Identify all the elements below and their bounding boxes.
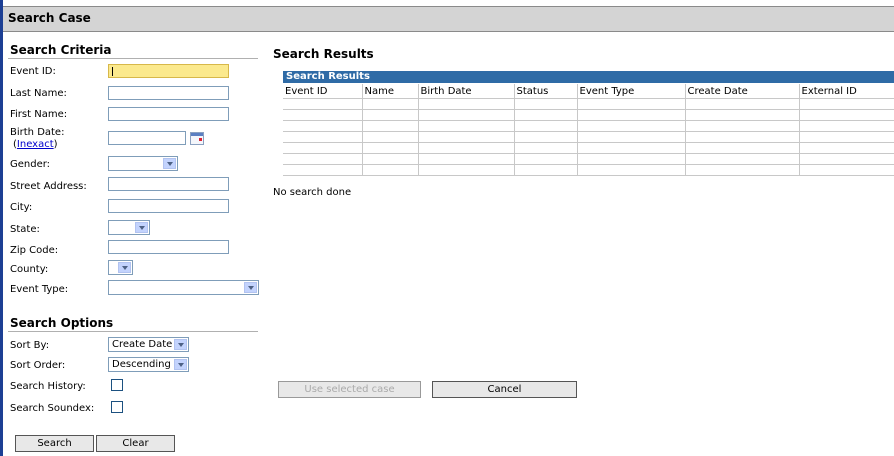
table-row (283, 120, 894, 132)
first-name-label: First Name: (10, 109, 68, 120)
event-id-input[interactable] (108, 64, 229, 78)
search-options-title: Search Options (10, 316, 114, 330)
event-id-label: Event ID: (10, 66, 56, 77)
chevron-down-icon[interactable] (163, 158, 176, 169)
results-status-text: No search done (273, 187, 352, 198)
text-caret (112, 67, 113, 76)
table-row (283, 98, 894, 110)
county-select[interactable] (108, 260, 133, 275)
calendar-icon[interactable] (190, 132, 204, 145)
table-row (283, 164, 894, 176)
search-history-checkbox[interactable] (111, 379, 123, 391)
column-header[interactable]: Create Date (685, 84, 800, 99)
results-table: Event ID Name Birth Date Status Event Ty… (283, 84, 894, 176)
paren-close: ) (53, 139, 58, 150)
sort-by-value: Create Date (112, 339, 173, 350)
table-row (283, 142, 894, 154)
table-row (283, 109, 894, 121)
search-history-label: Search History: (10, 381, 86, 392)
column-header[interactable]: Event ID (283, 84, 363, 99)
sort-by-select[interactable]: Create Date (108, 337, 189, 352)
gender-label: Gender: (10, 159, 51, 170)
street-address-input[interactable] (108, 177, 229, 191)
inexact-link[interactable]: Inexact (17, 139, 54, 150)
column-header[interactable]: Event Type (577, 84, 686, 99)
birth-date-input[interactable] (108, 131, 186, 145)
zip-code-input[interactable] (108, 240, 229, 254)
cancel-button[interactable]: Cancel (432, 381, 577, 398)
sort-by-label: Sort By: (10, 340, 50, 351)
last-name-input[interactable] (108, 86, 229, 100)
search-criteria-title: Search Criteria (10, 43, 112, 57)
table-row (283, 131, 894, 143)
window-border (0, 0, 3, 456)
search-case-window: Search Case Search Criteria Event ID: La… (0, 0, 894, 456)
sort-order-value: Descending (112, 359, 171, 370)
chevron-down-icon[interactable] (135, 222, 148, 233)
city-input[interactable] (108, 199, 229, 213)
last-name-label: Last Name: (10, 88, 67, 99)
table-header-row: Event ID Name Birth Date Status Event Ty… (283, 84, 894, 99)
event-type-label: Event Type: (10, 284, 69, 295)
search-soundex-label: Search Soundex: (10, 403, 95, 414)
results-grid-header: Search Results (283, 71, 894, 83)
gender-select[interactable] (108, 156, 178, 171)
sort-order-label: Sort Order: (10, 360, 66, 371)
state-select[interactable] (108, 220, 150, 235)
column-header[interactable]: Birth Date (418, 84, 515, 99)
column-header[interactable]: Name (362, 84, 419, 99)
search-results-title: Search Results (273, 47, 374, 61)
divider (8, 331, 258, 332)
sort-order-select[interactable]: Descending (108, 357, 189, 372)
use-selected-case-button[interactable]: Use selected case (278, 381, 421, 398)
city-label: City: (10, 202, 33, 213)
title-bar: Search Case (3, 6, 894, 32)
column-header[interactable]: External ID (799, 84, 894, 99)
search-soundex-checkbox[interactable] (111, 401, 123, 413)
divider (8, 58, 258, 59)
window-title: Search Case (8, 11, 91, 25)
column-header[interactable]: Status (514, 84, 578, 99)
chevron-down-icon[interactable] (174, 359, 187, 370)
birth-date-label: Birth Date: (10, 127, 65, 138)
state-label: State: (10, 224, 40, 235)
search-button[interactable]: Search (15, 435, 94, 452)
chevron-down-icon[interactable] (118, 262, 131, 273)
table-row (283, 153, 894, 165)
chevron-down-icon[interactable] (244, 282, 257, 293)
chevron-down-icon[interactable] (174, 339, 187, 350)
clear-button[interactable]: Clear (96, 435, 175, 452)
event-type-select[interactable] (108, 280, 259, 295)
inexact-wrapper: (Inexact) (13, 139, 58, 150)
results-grid-caption: Search Results (286, 71, 370, 82)
county-label: County: (10, 264, 49, 275)
zip-code-label: Zip Code: (10, 245, 59, 256)
first-name-input[interactable] (108, 107, 229, 121)
street-address-label: Street Address: (10, 181, 87, 192)
